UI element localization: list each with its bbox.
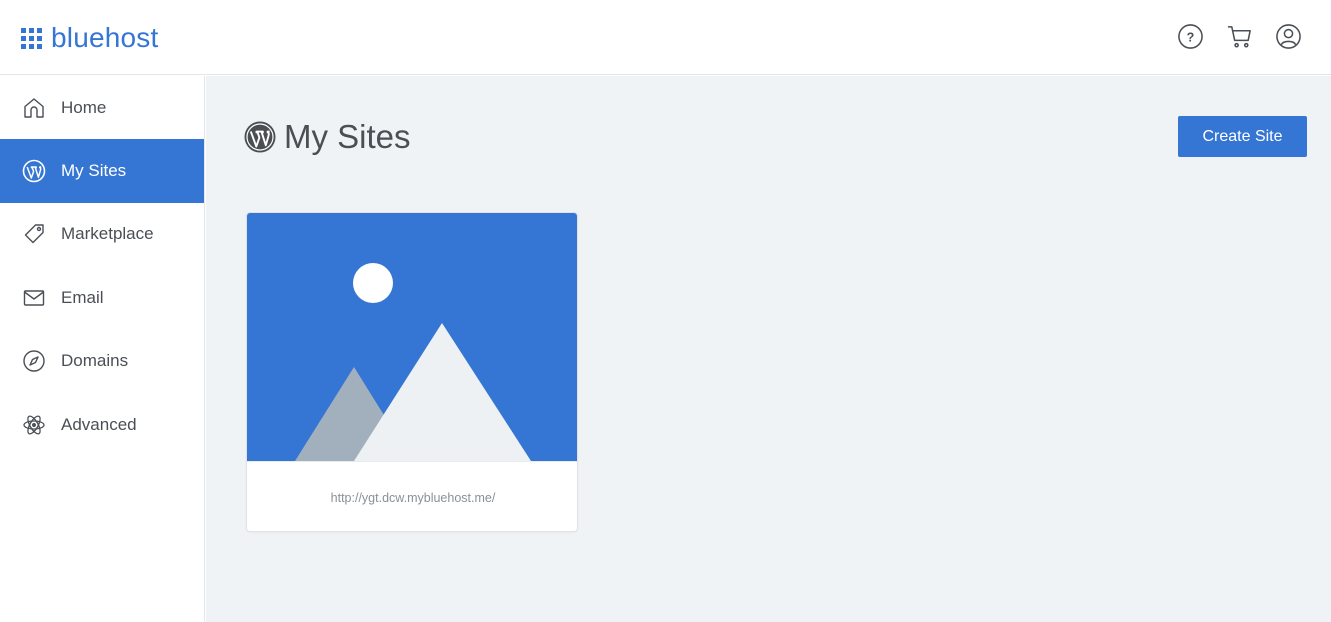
bluehost-logo[interactable]: bluehost xyxy=(21,24,158,52)
help-icon[interactable]: ? xyxy=(1176,22,1205,51)
main-content: My Sites Create Site http://ygt.dcw.mybl… xyxy=(206,76,1331,622)
header-actions: ? xyxy=(1176,22,1303,51)
sidebar-item-label: My Sites xyxy=(61,161,127,181)
sidebar-item-label: Home xyxy=(61,97,107,117)
wordpress-icon xyxy=(22,159,46,183)
sidebar-item-label: Marketplace xyxy=(61,224,154,244)
page-title-text: My Sites xyxy=(284,118,411,155)
page-title: My Sites xyxy=(244,118,411,156)
atom-icon xyxy=(22,413,46,437)
sidebar-item-email[interactable]: Email xyxy=(0,266,204,329)
sidebar-item-label: Advanced xyxy=(61,414,137,434)
site-card[interactable]: http://ygt.dcw.mybluehost.me/ xyxy=(246,212,578,532)
grid-icon xyxy=(21,27,42,49)
logo-text: bluehost xyxy=(51,22,159,53)
sidebar-item-label: Domains xyxy=(61,351,129,371)
image-placeholder-icon xyxy=(247,213,577,461)
sidebar-item-domains[interactable]: Domains xyxy=(0,330,204,393)
sidebar-item-my-sites[interactable]: My Sites xyxy=(0,139,204,203)
sidebar-item-marketplace[interactable]: Marketplace xyxy=(0,203,204,266)
sidebar: Home My Sites Marketplace Email Domains … xyxy=(0,76,205,622)
home-icon xyxy=(22,96,46,120)
compass-icon xyxy=(22,349,46,373)
mail-icon xyxy=(22,286,46,310)
tag-icon xyxy=(22,222,46,246)
top-header: bluehost ? xyxy=(0,0,1331,75)
svg-text:?: ? xyxy=(1187,30,1195,44)
sidebar-item-label: Email xyxy=(61,287,104,307)
sidebar-item-home[interactable]: Home xyxy=(0,76,204,139)
wordpress-icon xyxy=(244,121,276,153)
site-url[interactable]: http://ygt.dcw.mybluehost.me/ xyxy=(247,461,577,531)
sidebar-item-advanced[interactable]: Advanced xyxy=(0,393,204,456)
account-icon[interactable] xyxy=(1274,22,1303,51)
cart-icon[interactable] xyxy=(1225,22,1254,51)
create-site-button[interactable]: Create Site xyxy=(1178,116,1307,157)
